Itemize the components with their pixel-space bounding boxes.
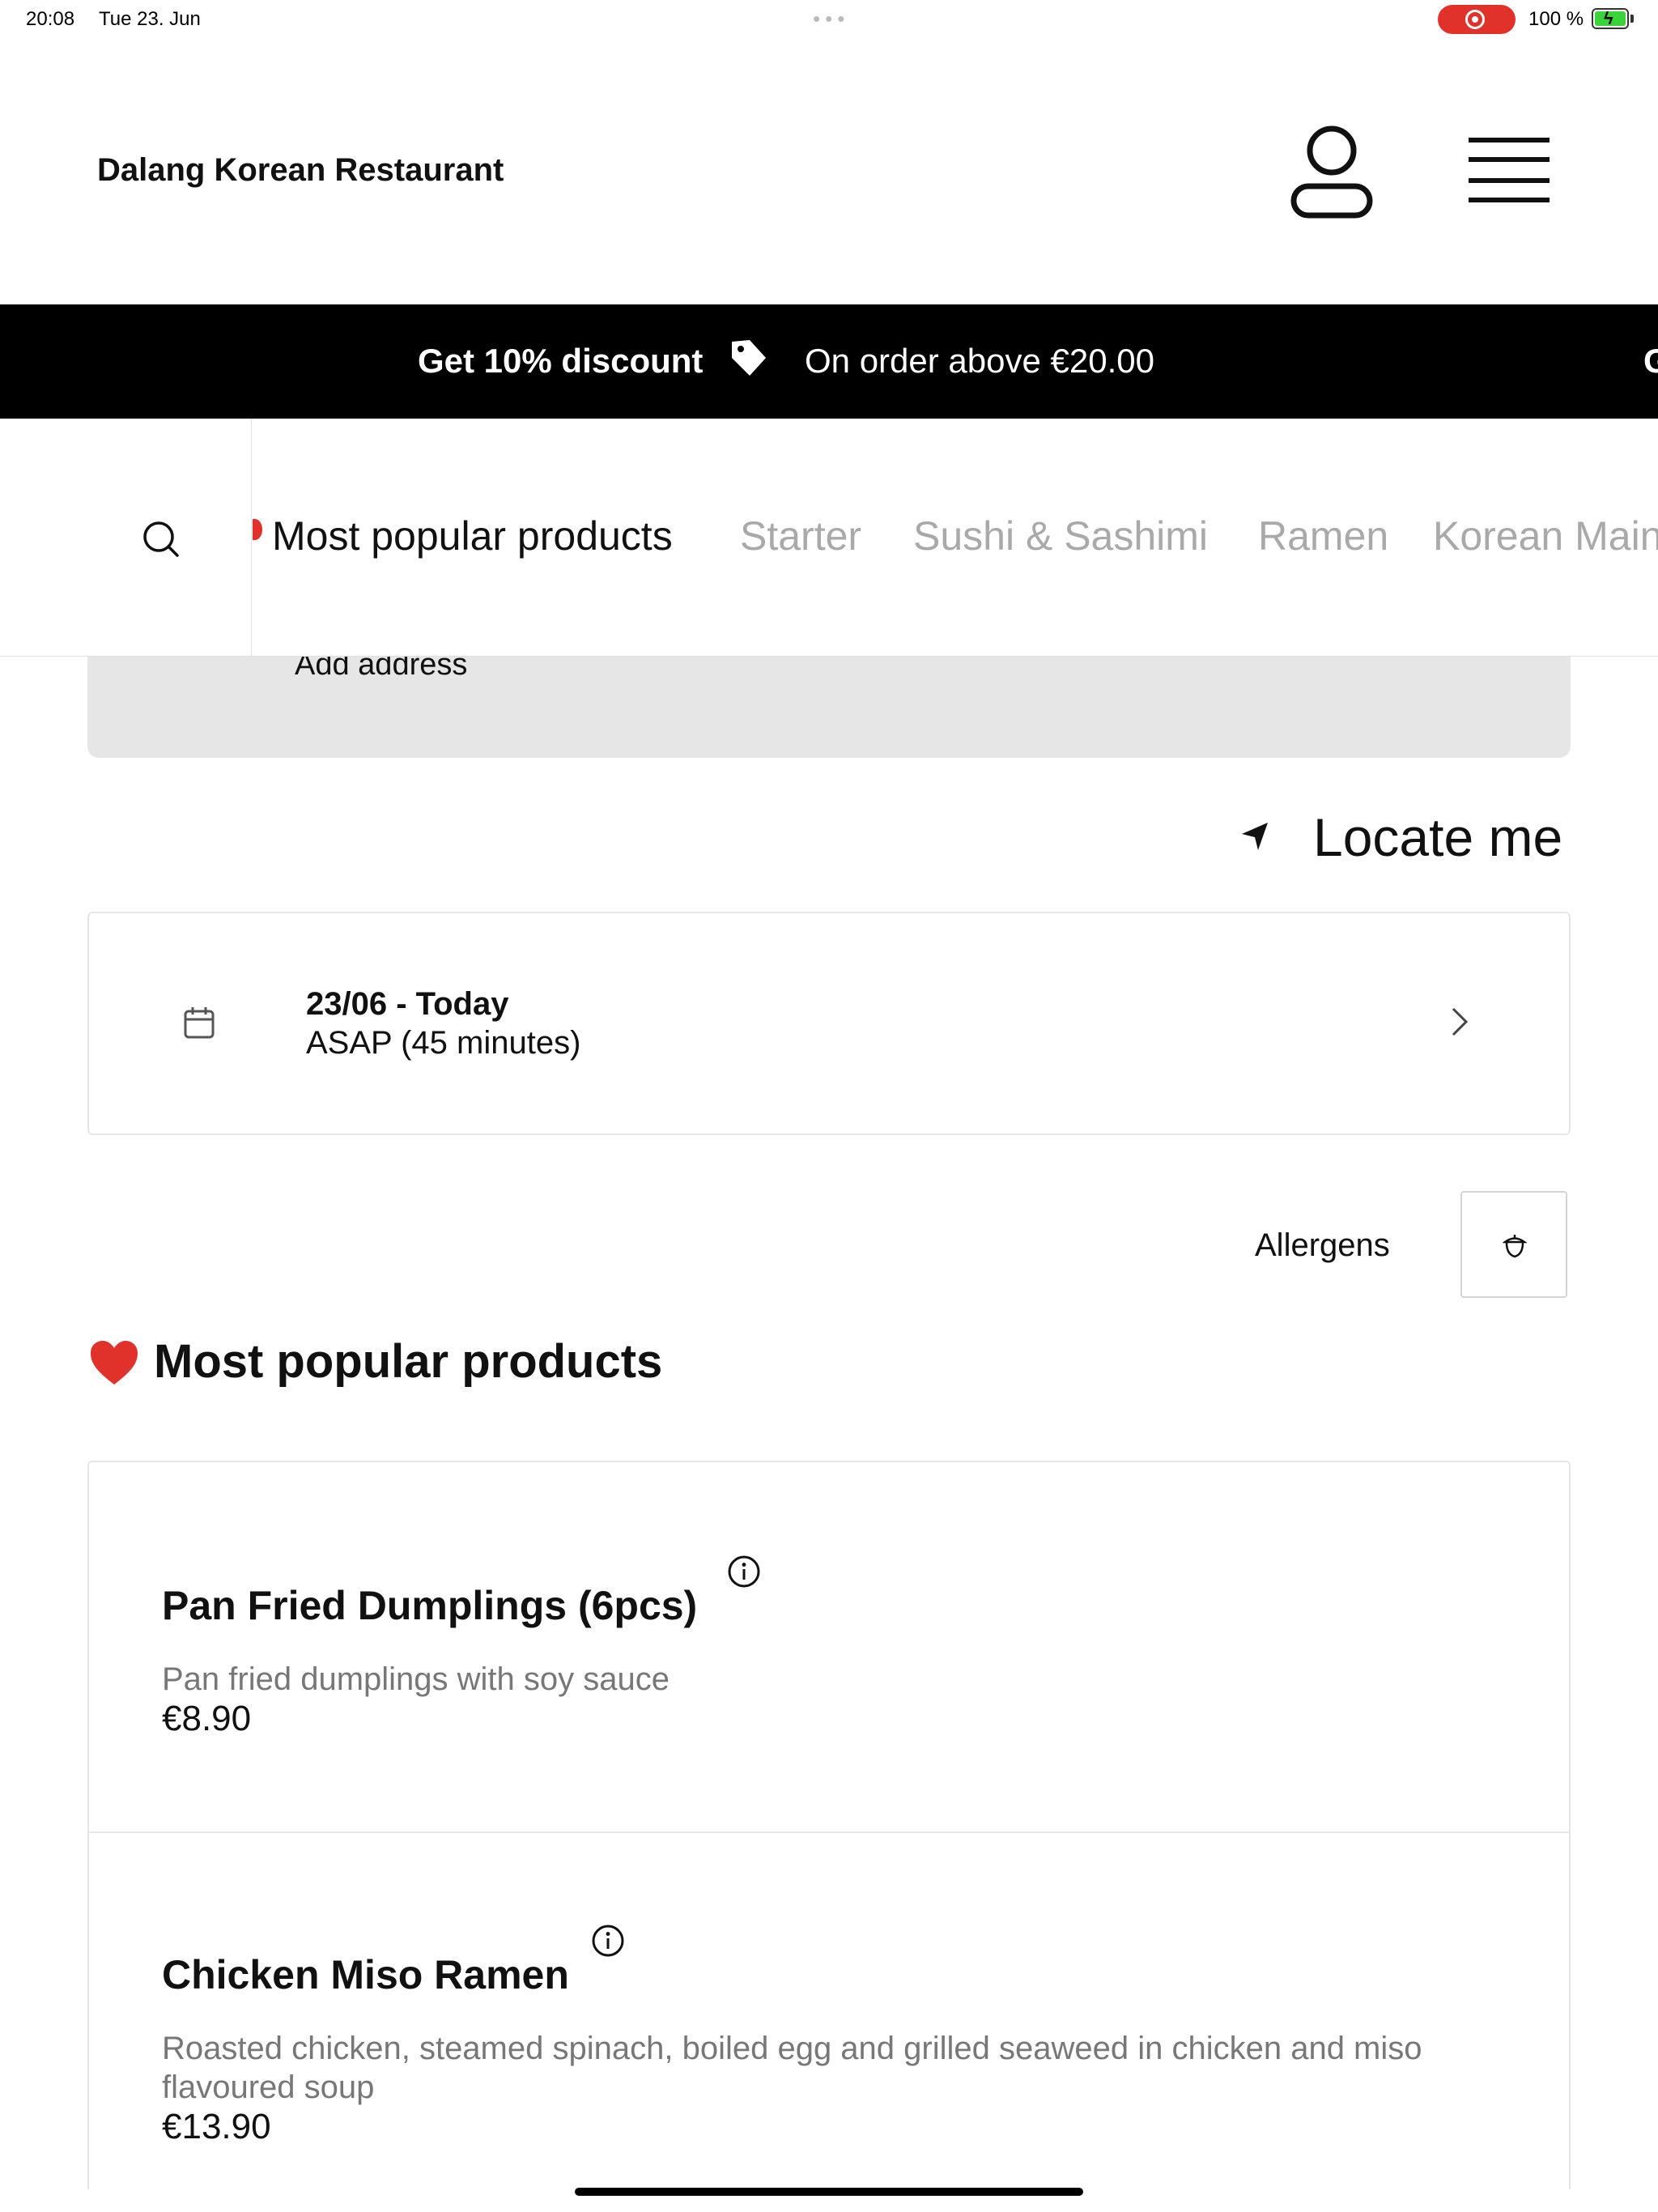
status-time: 20:08 <box>26 8 75 30</box>
delivery-time-selector[interactable]: 23/06 - Today ASAP (45 minutes) <box>87 912 1571 1135</box>
chevron-right-icon <box>1452 1007 1469 1036</box>
product-price: €13.90 <box>162 2107 271 2146</box>
promo-banner: Get 10% discount On order above €20.00 G <box>0 304 1658 419</box>
product-price: €8.90 <box>162 1699 252 1738</box>
category-tab-most-popular[interactable]: Most popular products <box>272 513 673 559</box>
product-list: Pan Fried Dumplings (6pcs) Pan fried dum… <box>87 1461 1571 2189</box>
location-arrow-icon <box>1242 823 1268 850</box>
heart-icon <box>253 519 262 540</box>
site-header: Dalang Korean Restaurant <box>0 39 1658 304</box>
product-description: Pan fried dumplings with soy sauce <box>162 1661 670 1697</box>
search-icon <box>143 521 179 557</box>
category-nav: Most popular products Starter Sushi & Sa… <box>0 419 1658 657</box>
allergens-button[interactable] <box>1460 1191 1567 1298</box>
promo-next-partial: G <box>1643 342 1658 380</box>
home-indicator[interactable] <box>575 2188 1083 2196</box>
product-card[interactable]: Pan Fried Dumplings (6pcs) Pan fried dum… <box>89 1462 1569 1831</box>
multitasking-dots-icon[interactable]: ••• <box>813 6 849 32</box>
info-icon[interactable] <box>591 1924 625 1958</box>
product-name: Chicken Miso Ramen <box>162 1952 569 1997</box>
search-button[interactable] <box>0 419 252 657</box>
battery-icon: ϟ <box>1592 8 1629 29</box>
battery-percentage: 100 % <box>1528 8 1584 30</box>
product-name: Pan Fried Dumplings (6pcs) <box>162 1583 698 1628</box>
section-title: Most popular products <box>154 1335 663 1388</box>
status-bar: 20:08 Tue 23. Jun ••• 100 % ϟ <box>0 0 1658 39</box>
acorn-icon <box>1503 1235 1527 1258</box>
product-description: Roasted chicken, steamed spinach, boiled… <box>162 2031 1422 2105</box>
locate-me-label: Locate me <box>1313 807 1563 867</box>
calendar-icon <box>184 1007 215 1039</box>
battery-cap <box>1630 15 1634 23</box>
delivery-date: 23/06 - Today <box>306 986 509 1022</box>
heart-icon <box>91 1341 138 1385</box>
account-button[interactable] <box>1287 123 1376 220</box>
restaurant-name[interactable]: Dalang Korean Restaurant <box>97 152 504 189</box>
category-tab-korean-main[interactable]: Korean Main <box>1433 513 1658 559</box>
user-icon <box>1290 125 1373 219</box>
category-strip[interactable]: Most popular products Starter Sushi & Sa… <box>253 419 1658 657</box>
menu-button[interactable] <box>1462 133 1556 211</box>
delivery-time: ASAP (45 minutes) <box>306 1025 581 1061</box>
category-tab-ramen[interactable]: Ramen <box>1258 513 1388 559</box>
screen-record-icon[interactable] <box>1438 5 1516 34</box>
price-tag-icon <box>732 340 766 376</box>
status-date: Tue 23. Jun <box>99 8 201 30</box>
product-card[interactable]: Chicken Miso Ramen Roasted chicken, stea… <box>89 1831 1569 2189</box>
category-tab-starter[interactable]: Starter <box>740 513 861 559</box>
hamburger-menu-icon <box>1469 138 1550 202</box>
category-tab-sushi-sashimi[interactable]: Sushi & Sashimi <box>913 513 1208 559</box>
promo-subtitle: On order above €20.00 <box>805 342 1154 380</box>
allergens-label: Allergens <box>1255 1227 1390 1263</box>
promo-title: Get 10% discount <box>418 342 704 380</box>
info-icon[interactable] <box>727 1555 761 1589</box>
